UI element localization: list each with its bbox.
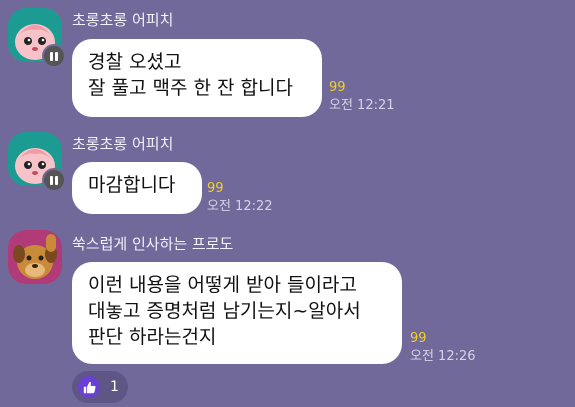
avatar-frodo[interactable]: [8, 230, 62, 284]
message-meta: 99 오전 12:21: [329, 80, 395, 114]
message-line: 마감합니다: [88, 174, 176, 196]
message-line: 대놓고 증명처럼 남기는지~알아서: [88, 300, 361, 322]
profile-badge-icon: [42, 168, 66, 192]
message-line: 판단 하라는건지: [88, 326, 217, 348]
message-line: 경찰 오셨고: [88, 51, 182, 73]
thumbs-up-icon: [78, 376, 100, 398]
message-time: 오전 12:26: [410, 349, 476, 364]
message-meta: 99 오전 12:26: [410, 331, 476, 365]
unread-count: 99: [329, 80, 346, 95]
unread-count: 99: [207, 181, 224, 196]
message-time: 오전 12:22: [207, 199, 273, 214]
reaction-button[interactable]: 1: [72, 371, 128, 403]
reaction-count: 1: [110, 379, 119, 395]
message-meta: 99 오전 12:22: [207, 181, 273, 215]
profile-badge-icon: [42, 44, 66, 68]
message-line: 잘 풀고 맥주 한 잔 합니다: [88, 77, 293, 99]
sender-name: 쑥스럽게 인사하는 프로도: [72, 235, 234, 253]
message-bubble[interactable]: 마감합니다: [72, 162, 202, 214]
sender-name: 초롱초롱 어피치: [72, 11, 174, 29]
message-time: 오전 12:21: [329, 98, 395, 113]
message-bubble[interactable]: 경찰 오셨고 잘 풀고 맥주 한 잔 합니다: [72, 39, 322, 117]
message-bubble[interactable]: 이런 내용을 어떻게 받아 들이라고 대놓고 증명처럼 남기는지~알아서 판단 …: [72, 262, 402, 364]
unread-count: 99: [410, 331, 427, 346]
message-line: 이런 내용을 어떻게 받아 들이라고: [88, 274, 357, 296]
sender-name: 초롱초롱 어피치: [72, 135, 174, 153]
frodo-icon: [13, 234, 57, 279]
